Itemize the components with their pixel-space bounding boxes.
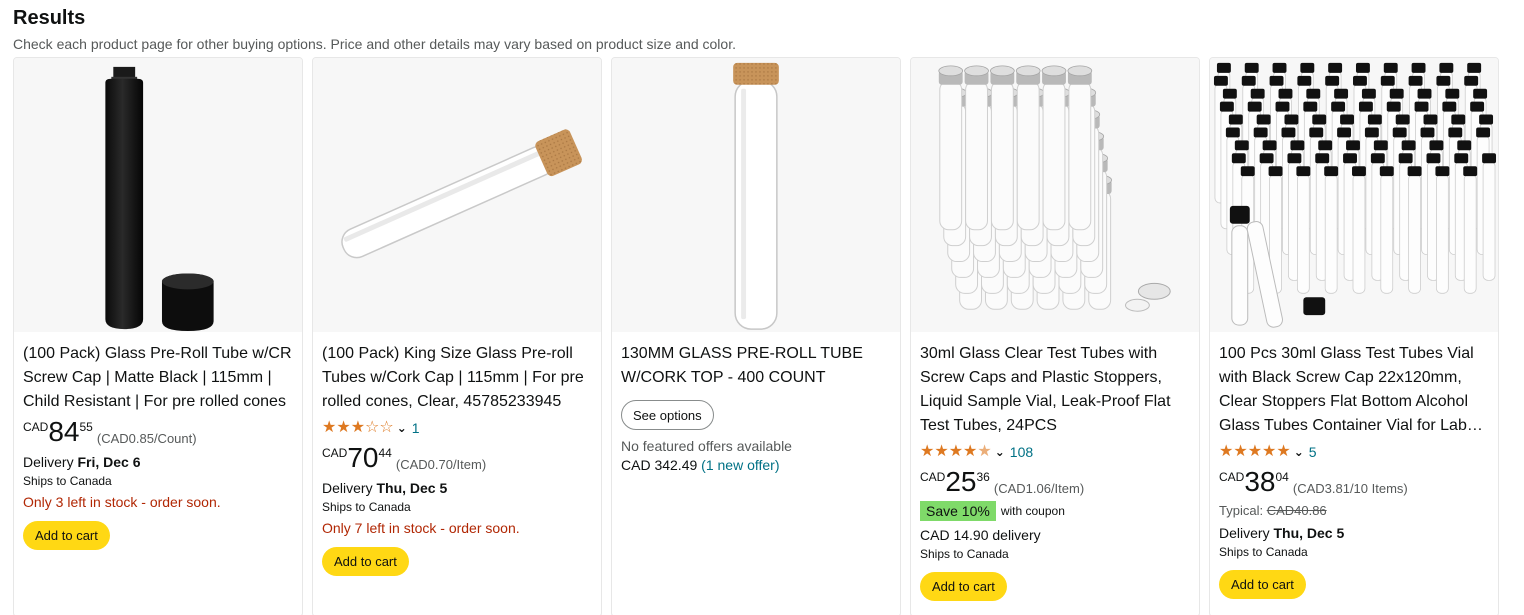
ships-to: Ships to Canada [1219, 545, 1308, 559]
product-title[interactable]: 30ml Glass Clear Test Tubes with Screw C… [920, 342, 1190, 438]
stock-warning: Only 7 left in stock - order soon. [322, 520, 520, 536]
star-rating-icon: ★★★★★ [920, 443, 992, 460]
coupon-row[interactable]: Save 10% with coupon [920, 501, 1190, 521]
product-card: 100 Pcs 30ml Glass Test Tubes Vial with … [1209, 57, 1499, 615]
star-rating-icon: ★★★☆☆ [322, 419, 394, 436]
product-image-cork-tube[interactable] [313, 58, 601, 332]
product-grid: (100 Pack) Glass Pre-Roll Tube w/CR Scre… [13, 57, 1499, 615]
price[interactable]: CAD 38 04 (CAD3.81/10 Items) [1219, 466, 1489, 500]
price-fraction: 36 [976, 470, 990, 484]
product-card: 130MM GLASS PRE-ROLL TUBE W/CORK TOP - 4… [611, 57, 901, 615]
price[interactable]: CAD 70 44 (CAD0.70/Item) [322, 442, 592, 476]
rating[interactable]: ★★★★★ ⌄ 108 [920, 440, 1190, 464]
black-tube-image [105, 66, 214, 332]
price-fraction: 04 [1275, 470, 1289, 484]
chevron-down-icon[interactable]: ⌄ [397, 421, 407, 435]
unit-price: (CAD0.85/Count) [96, 431, 197, 446]
chevron-down-icon[interactable]: ⌄ [1294, 445, 1304, 459]
price[interactable]: CAD 84 55 (CAD0.85/Count) [23, 416, 293, 450]
see-options-button[interactable]: See options [621, 400, 714, 430]
add-to-cart-button[interactable]: Add to cart [1219, 570, 1306, 599]
delivery-info: Delivery Thu, Dec 5 [322, 478, 592, 498]
price[interactable]: CAD 25 36 (CAD1.06/Item) [920, 466, 1190, 500]
price-whole: 84 [48, 416, 80, 447]
price-currency: CAD [1219, 470, 1245, 484]
ships-to: Ships to Canada [23, 474, 112, 488]
stock-warning: Only 3 left in stock - order soon. [23, 494, 221, 510]
rating[interactable]: ★★★☆☆ ⌄ 1 [322, 416, 592, 440]
product-title[interactable]: 100 Pcs 30ml Glass Test Tubes Vial with … [1219, 342, 1489, 438]
save-badge[interactable]: Save 10% [920, 501, 996, 521]
ships-to: Ships to Canada [322, 500, 411, 514]
typical-label: Typical: [1219, 503, 1267, 518]
new-offer-link[interactable]: (1 new offer) [701, 457, 779, 473]
price-fraction: 55 [79, 420, 93, 434]
delivery-date: Thu, Dec 5 [1273, 525, 1345, 541]
delivery-label: Delivery [23, 454, 78, 470]
vertical-cork-tube-image [733, 62, 779, 330]
ships-to: Ships to Canada [920, 547, 1009, 561]
add-to-cart-button[interactable]: Add to cart [322, 547, 409, 576]
cork-tube-image [341, 129, 582, 259]
price-currency: CAD [920, 470, 946, 484]
product-image-vertical-cork-tube[interactable] [612, 58, 900, 332]
review-count[interactable]: 1 [412, 420, 420, 436]
review-count[interactable]: 5 [1309, 444, 1317, 460]
chevron-down-icon[interactable]: ⌄ [995, 445, 1005, 459]
unit-price: (CAD1.06/Item) [993, 481, 1085, 496]
product-image-black-tube[interactable] [14, 58, 302, 332]
delivery-fee: CAD 14.90 delivery [920, 527, 1041, 543]
rating[interactable]: ★★★★★ ⌄ 5 [1219, 440, 1489, 464]
product-title[interactable]: (100 Pack) Glass Pre-Roll Tube w/CR Scre… [23, 342, 293, 414]
add-to-cart-button[interactable]: Add to cart [23, 521, 110, 550]
delivery-date: Thu, Dec 5 [376, 480, 448, 496]
product-card: (100 Pack) Glass Pre-Roll Tube w/CR Scre… [13, 57, 303, 615]
delivery-label: Delivery [322, 480, 377, 496]
typical-price-value: CAD40.86 [1266, 503, 1327, 518]
offer-line: CAD 342.49 (1 new offer) [621, 456, 891, 475]
review-count[interactable]: 108 [1010, 444, 1033, 460]
price-currency: CAD [23, 420, 49, 434]
coupon-text: with coupon [1000, 504, 1065, 518]
black-cap-tubes-image [1213, 62, 1497, 328]
price-fraction: 44 [378, 446, 392, 460]
unit-price: (CAD3.81/10 Items) [1292, 481, 1408, 496]
product-title[interactable]: (100 Pack) King Size Glass Pre-roll Tube… [322, 342, 592, 414]
delivery-info: Delivery Thu, Dec 5 [1219, 523, 1489, 543]
delivery-date: Fri, Dec 6 [77, 454, 141, 470]
add-to-cart-button[interactable]: Add to cart [920, 572, 1007, 601]
product-card: (100 Pack) King Size Glass Pre-roll Tube… [312, 57, 602, 615]
product-image-black-cap-tubes[interactable] [1210, 58, 1498, 332]
product-title[interactable]: 130MM GLASS PRE-ROLL TUBE W/CORK TOP - 4… [621, 342, 891, 390]
price-whole: 70 [347, 442, 379, 473]
results-title: Results [13, 7, 86, 29]
star-rating-icon: ★★★★★ [1219, 443, 1291, 460]
typical-price: Typical: CAD40.86 [1219, 501, 1489, 521]
offer-price: CAD 342.49 [621, 457, 702, 473]
product-card: 30ml Glass Clear Test Tubes with Screw C… [910, 57, 1200, 615]
delivery-label: Delivery [1219, 525, 1274, 541]
unit-price: (CAD0.70/Item) [395, 457, 487, 472]
price-whole: 38 [1244, 466, 1276, 497]
price-whole: 25 [945, 466, 977, 497]
silver-cap-tubes-image [938, 65, 1171, 312]
results-subtitle: Check each product page for other buying… [13, 36, 736, 52]
delivery-info: Delivery Fri, Dec 6 [23, 452, 293, 472]
product-image-screw-cap-tubes[interactable] [911, 58, 1199, 332]
results-header: Results Check each product page for othe… [13, 6, 736, 53]
price-currency: CAD [322, 446, 348, 460]
no-featured-offers: No featured offers available [621, 438, 792, 454]
